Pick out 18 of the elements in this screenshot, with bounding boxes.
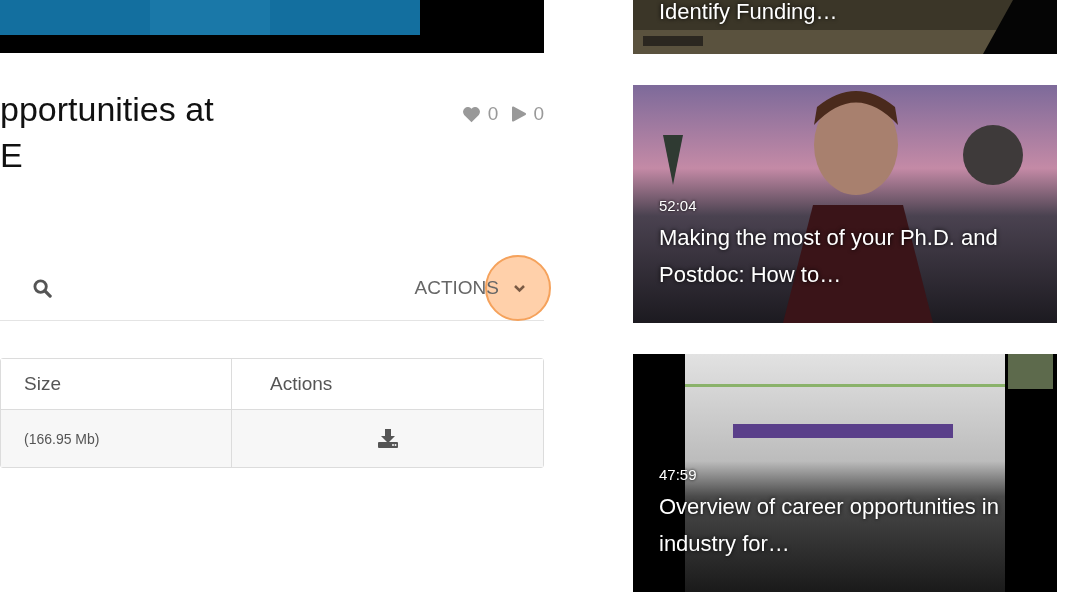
column-header: Size (23, 372, 62, 396)
video-title: Overview of career opportunities in industry for… (659, 493, 1000, 558)
video-card[interactable]: 47:59 Overview of career opportunities in industry for… (633, 354, 1057, 592)
heart-icon (461, 105, 481, 123)
video-title: pportunities at E (0, 89, 214, 176)
video-duration: 47:59 (659, 466, 698, 483)
video-card[interactable]: Identify Funding… (633, 0, 1057, 54)
like-count: 0 (487, 103, 499, 125)
video-title: Making the most of your Ph.D. and Postdoc: How to… (659, 224, 999, 289)
download-icon[interactable] (377, 429, 398, 448)
video-card[interactable]: 52:04 Making the most of your Ph.D. and Postdoc: How to… (633, 85, 1057, 323)
search-icon[interactable] (33, 278, 52, 298)
video-title: Identify Funding… (659, 0, 839, 26)
table-cell-text: (166.95 Mb) (23, 429, 101, 449)
play-icon (512, 106, 527, 122)
video-duration: 52:04 (659, 197, 698, 214)
play-count: 0 (533, 103, 544, 125)
chevron-down-icon (513, 283, 526, 293)
